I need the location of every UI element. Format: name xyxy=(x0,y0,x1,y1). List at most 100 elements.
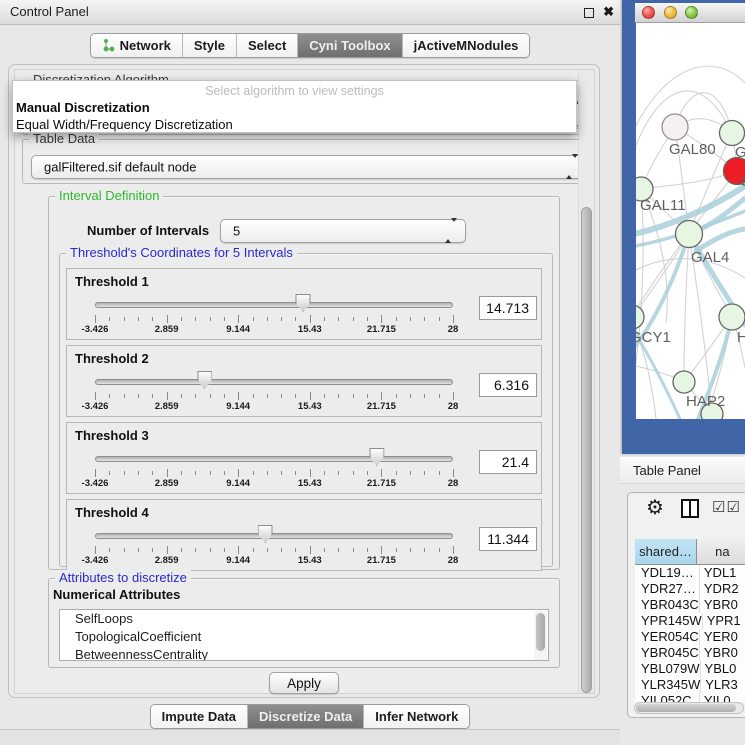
node-label: GCY1 xyxy=(636,329,671,346)
tab-cyni-toolbox[interactable]: Cyni Toolbox xyxy=(298,34,402,57)
tab-impute-data[interactable]: Impute Data xyxy=(151,705,248,728)
dropdown-option-equal-width-frequency[interactable]: Equal Width/Frequency Discretization xyxy=(13,116,576,133)
checkbox-icons[interactable]: ☑☑ xyxy=(712,498,741,516)
threshold-4-value-field[interactable] xyxy=(479,527,537,551)
screen: Control Panel ✖ Network Style Select xyxy=(0,0,745,745)
threshold-4-panel: Threshold 4 -3.4262.8599.14415.4321.7152… xyxy=(66,499,542,571)
dropdown-hint: Select algorithm to view settings xyxy=(13,84,576,98)
table-row[interactable]: YDL19…YDL1 xyxy=(635,565,745,581)
threshold-3-slider[interactable]: -3.4262.8599.14415.4321.71528 xyxy=(95,423,453,495)
node-table: shared… na YDL19…YDL1 YDR27…YDR2 YBR043C… xyxy=(635,539,745,702)
table-row[interactable]: YBR045CYBR0 xyxy=(635,645,745,661)
split-columns-icon[interactable] xyxy=(681,499,699,518)
threshold-1-slider[interactable]: -3.4262.8599.14415.4321.71528 xyxy=(95,269,453,341)
slider-track[interactable] xyxy=(95,533,453,539)
column-header-name[interactable]: na xyxy=(697,539,745,565)
scrollbar-thumb[interactable] xyxy=(581,207,592,693)
table-row[interactable]: YIL052CYIL0 xyxy=(635,693,745,702)
column-header-shared-name[interactable]: shared… xyxy=(635,539,697,565)
number-of-intervals-combobox[interactable]: 5 xyxy=(220,219,466,243)
numerical-attributes-list: SelfLoops TopologicalCoefficient Between… xyxy=(59,609,549,661)
apply-button[interactable]: Apply xyxy=(269,672,339,694)
node-label: HAP2 xyxy=(686,393,725,410)
table-row[interactable]: YBL079WYBL0 xyxy=(635,661,745,677)
tab-discretize-data[interactable]: Discretize Data xyxy=(248,705,364,728)
settings-scrollbar[interactable] xyxy=(578,70,594,693)
slider-ticks xyxy=(95,469,453,478)
table-horizontal-scrollbar[interactable] xyxy=(634,702,744,714)
slider-thumb[interactable] xyxy=(295,294,310,312)
slider-thumb[interactable] xyxy=(258,525,273,543)
slider-scale-labels: -3.4262.8599.14415.4321.71528 xyxy=(95,555,453,567)
threshold-2-slider[interactable]: -3.4262.8599.14415.4321.71528 xyxy=(95,346,453,418)
table-panel: ⚙ ☑☑ shared… na YDL19…YDL1 YDR27…YDR2 YB… xyxy=(627,492,745,718)
list-item[interactable]: BetweennessCentrality xyxy=(60,646,548,661)
node-gal80[interactable] xyxy=(662,114,688,140)
dropdown-option-manual-discretization[interactable]: Manual Discretization xyxy=(13,99,576,116)
combo-value: galFiltered.sif default node xyxy=(44,160,196,175)
scrollbar-thumb[interactable] xyxy=(636,704,736,712)
tab-select[interactable]: Select xyxy=(237,34,298,57)
slider-track[interactable] xyxy=(95,302,453,308)
node-label: H xyxy=(737,329,745,346)
threshold-3-value-field[interactable] xyxy=(479,450,537,474)
table-data-combobox[interactable]: galFiltered.sif default node xyxy=(31,155,587,179)
slider-scale-labels: -3.4262.8599.14415.4321.71528 xyxy=(95,478,453,490)
tab-label: Style xyxy=(194,38,225,53)
algorithm-dropdown-popup: Select algorithm to view settings Manual… xyxy=(12,80,577,133)
slider-thumb[interactable] xyxy=(197,371,212,389)
table-row[interactable]: YBR043CYBR0 xyxy=(635,597,745,613)
list-item[interactable]: SelfLoops xyxy=(60,610,548,628)
network-canvas[interactable]: GAL80 GA C GAL11 GAL4 GCY1 H HAP2 xyxy=(636,23,745,419)
node-label: GA xyxy=(735,144,745,161)
tab-infer-network[interactable]: Infer Network xyxy=(364,705,469,728)
tab-style[interactable]: Style xyxy=(183,34,237,57)
node-gcy1[interactable] xyxy=(636,305,644,329)
table-row[interactable]: YDR27…YDR2 xyxy=(635,581,745,597)
list-item[interactable]: TopologicalCoefficient xyxy=(60,628,548,646)
list-scrollbar[interactable] xyxy=(534,611,547,661)
close-traffic-light[interactable] xyxy=(642,6,655,19)
table-header: shared… na xyxy=(635,539,745,565)
combo-value: 5 xyxy=(233,224,240,239)
interval-definition-group: Interval Definition Number of Intervals … xyxy=(48,196,560,570)
tab-label: Infer Network xyxy=(375,709,458,724)
threshold-2-value-field[interactable] xyxy=(479,373,537,397)
table-row[interactable]: YLR345WYLR3 xyxy=(635,677,745,693)
cyni-settings-panel: Discretization Algorithm Table Data galF… xyxy=(8,64,600,698)
node-h[interactable] xyxy=(719,304,745,330)
zoom-traffic-light[interactable] xyxy=(685,6,698,19)
group-label: Table Data xyxy=(29,131,99,146)
tab-label: Select xyxy=(248,38,286,53)
slider-scale-labels: -3.4262.8599.14415.4321.71528 xyxy=(95,401,453,413)
slider-scale-labels: -3.4262.8599.14415.4321.71528 xyxy=(95,324,453,336)
node-hap2[interactable] xyxy=(673,371,695,393)
numerical-attributes-label: Numerical Attributes xyxy=(53,587,180,602)
slider-thumb[interactable] xyxy=(369,448,384,466)
close-icon[interactable]: ✖ xyxy=(603,3,614,21)
threshold-4-slider[interactable]: -3.4262.8599.14415.4321.71528 xyxy=(95,500,453,572)
gear-icon[interactable]: ⚙ xyxy=(646,495,664,520)
slider-ticks xyxy=(95,315,453,324)
combo-stepper-icon xyxy=(566,158,578,176)
network-window-titlebar[interactable] xyxy=(635,3,745,23)
network-icon xyxy=(102,38,115,53)
table-row[interactable]: YER054CYER0 xyxy=(635,629,745,645)
table-row[interactable]: YPR145WYPR1 xyxy=(635,613,745,629)
tab-label: jActiveMNodules xyxy=(414,38,519,53)
tab-network[interactable]: Network xyxy=(91,34,183,57)
tab-jactivemnodules[interactable]: jActiveMNodules xyxy=(403,34,530,57)
node-top-right[interactable] xyxy=(720,121,745,146)
slider-track[interactable] xyxy=(95,456,453,462)
float-window-icon[interactable] xyxy=(584,8,594,18)
threshold-1-value-field[interactable] xyxy=(479,296,537,320)
settings-scroll-area: Discretization Algorithm Table Data galF… xyxy=(14,69,595,694)
slider-track[interactable] xyxy=(95,379,453,385)
tab-label: Impute Data xyxy=(162,709,236,724)
control-panel-tabs: Network Style Select Cyni Toolbox jActiv… xyxy=(0,33,620,58)
group-label: Attributes to discretize xyxy=(55,570,191,585)
minimize-traffic-light[interactable] xyxy=(664,6,677,19)
number-of-intervals-label: Number of Intervals xyxy=(87,223,209,238)
thresholds-group: Threshold's Coordinates for 5 Intervals … xyxy=(59,253,553,567)
node-gal4[interactable] xyxy=(676,221,703,248)
